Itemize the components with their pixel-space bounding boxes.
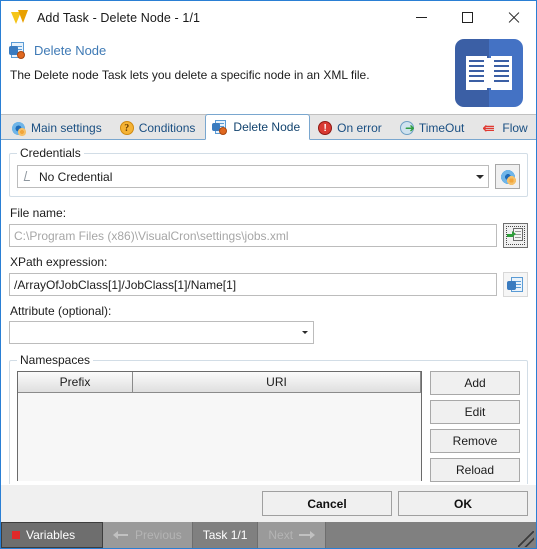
timeout-icon	[399, 120, 415, 136]
gear-icon	[11, 120, 26, 136]
add-task-dialog: Add Task - Delete Node - 1/1 Delete Node…	[0, 0, 537, 549]
next-label: Next	[268, 528, 294, 542]
column-header-prefix[interactable]: Prefix	[18, 372, 133, 393]
xpath-input[interactable]: /ArrayOfJobClass[1]/JobClass[1]/Name[1]	[9, 273, 497, 296]
delete-node-panel: Credentials No Credential File name: C:\…	[1, 140, 536, 484]
task-counter: Task 1/1	[192, 522, 259, 548]
previous-button[interactable]: Previous	[103, 522, 193, 548]
import-file-icon	[507, 228, 523, 243]
tab-conditions[interactable]: ? Conditions	[112, 115, 206, 140]
namespaces-legend: Namespaces	[17, 353, 94, 367]
tab-delete-node[interactable]: Delete Node	[205, 114, 311, 140]
remove-button[interactable]: Remove	[430, 429, 520, 453]
tab-strip: Main settings ? Conditions Delete Node !…	[1, 114, 536, 140]
question-icon: ?	[119, 121, 134, 135]
tab-on-error[interactable]: ! On error	[310, 115, 392, 140]
file-name-placeholder: C:\Program Files (x86)\VisualCron\settin…	[14, 228, 289, 243]
delete-node-icon	[9, 41, 27, 59]
tab-label: TimeOut	[418, 121, 465, 135]
attribute-label: Attribute (optional):	[10, 304, 112, 318]
visualcron-logo-icon	[10, 8, 30, 28]
xpath-value: /ArrayOfJobClass[1]/JobClass[1]/Name[1]	[14, 277, 237, 292]
gear-icon	[499, 168, 516, 185]
xml-document-icon	[507, 276, 523, 293]
header-title: Delete Node	[34, 42, 107, 58]
add-button[interactable]: Add	[430, 371, 520, 395]
tab-label: Conditions	[138, 121, 196, 135]
variables-icon	[12, 531, 20, 539]
arrow-right-icon	[299, 531, 316, 540]
column-header-uri[interactable]: URI	[133, 372, 421, 393]
task-counter-label: Task 1/1	[202, 528, 248, 542]
xpath-label: XPath expression:	[10, 255, 108, 269]
status-bar: Variables Previous Task 1/1 Next	[1, 522, 536, 548]
minimize-icon	[415, 17, 427, 18]
table-header-row: Prefix URI	[18, 372, 421, 393]
tab-label: On error	[337, 121, 382, 135]
file-browse-button[interactable]	[503, 223, 528, 248]
namespaces-buttons: Add Edit Remove Reload	[430, 371, 520, 482]
attribute-select[interactable]	[9, 321, 314, 344]
previous-label: Previous	[135, 528, 182, 542]
credentials-group: Credentials No Credential	[9, 146, 528, 197]
maximize-icon	[461, 12, 473, 23]
variables-label: Variables	[26, 528, 76, 542]
tab-timeout[interactable]: TimeOut	[392, 115, 475, 140]
namespaces-group: Namespaces Prefix URI Add Edit Remove Re…	[9, 353, 528, 484]
book-icon	[455, 39, 523, 107]
close-button[interactable]	[490, 1, 536, 34]
chevron-down-icon[interactable]	[296, 331, 313, 334]
reload-button[interactable]: Reload	[430, 458, 520, 482]
cancel-button[interactable]: Cancel	[262, 491, 392, 516]
tab-flow[interactable]: ⇚ Flow	[474, 115, 537, 140]
tab-main-settings[interactable]: Main settings	[3, 115, 112, 140]
minimize-button[interactable]	[398, 1, 444, 34]
dialog-footer: Cancel OK	[1, 484, 536, 522]
resize-grip[interactable]	[518, 531, 534, 547]
file-name-label: File name:	[10, 206, 67, 220]
tab-label: Flow	[502, 121, 528, 135]
edit-button[interactable]: Edit	[430, 400, 520, 424]
window-title: Add Task - Delete Node - 1/1	[37, 10, 201, 25]
error-icon: !	[318, 121, 333, 135]
chevron-down-icon[interactable]	[471, 174, 488, 179]
credential-settings-button[interactable]	[495, 164, 520, 189]
ok-button[interactable]: OK	[398, 491, 528, 516]
xpath-picker-button[interactable]	[503, 272, 528, 297]
cursor-icon	[22, 170, 36, 184]
task-header: Delete Node The Delete node Task lets yo…	[1, 34, 536, 114]
table-body	[18, 393, 421, 481]
delete-node-icon	[212, 119, 228, 135]
flow-icon: ⇚	[482, 118, 495, 137]
window-controls	[398, 1, 536, 34]
variables-button[interactable]: Variables	[1, 522, 103, 548]
tab-label: Main settings	[31, 121, 102, 135]
credential-select[interactable]: No Credential	[17, 165, 489, 188]
tab-label: Delete Node	[233, 120, 301, 134]
arrow-left-icon	[113, 531, 129, 540]
title-bar: Add Task - Delete Node - 1/1	[1, 1, 536, 34]
next-button[interactable]: Next	[258, 522, 327, 548]
close-icon	[507, 12, 519, 24]
maximize-button[interactable]	[444, 1, 490, 34]
namespaces-table[interactable]: Prefix URI	[17, 371, 422, 481]
credential-value: No Credential	[39, 169, 113, 184]
credentials-legend: Credentials	[17, 146, 84, 160]
file-name-input[interactable]: C:\Program Files (x86)\VisualCron\settin…	[9, 224, 497, 247]
status-bar-spacer	[326, 522, 536, 548]
